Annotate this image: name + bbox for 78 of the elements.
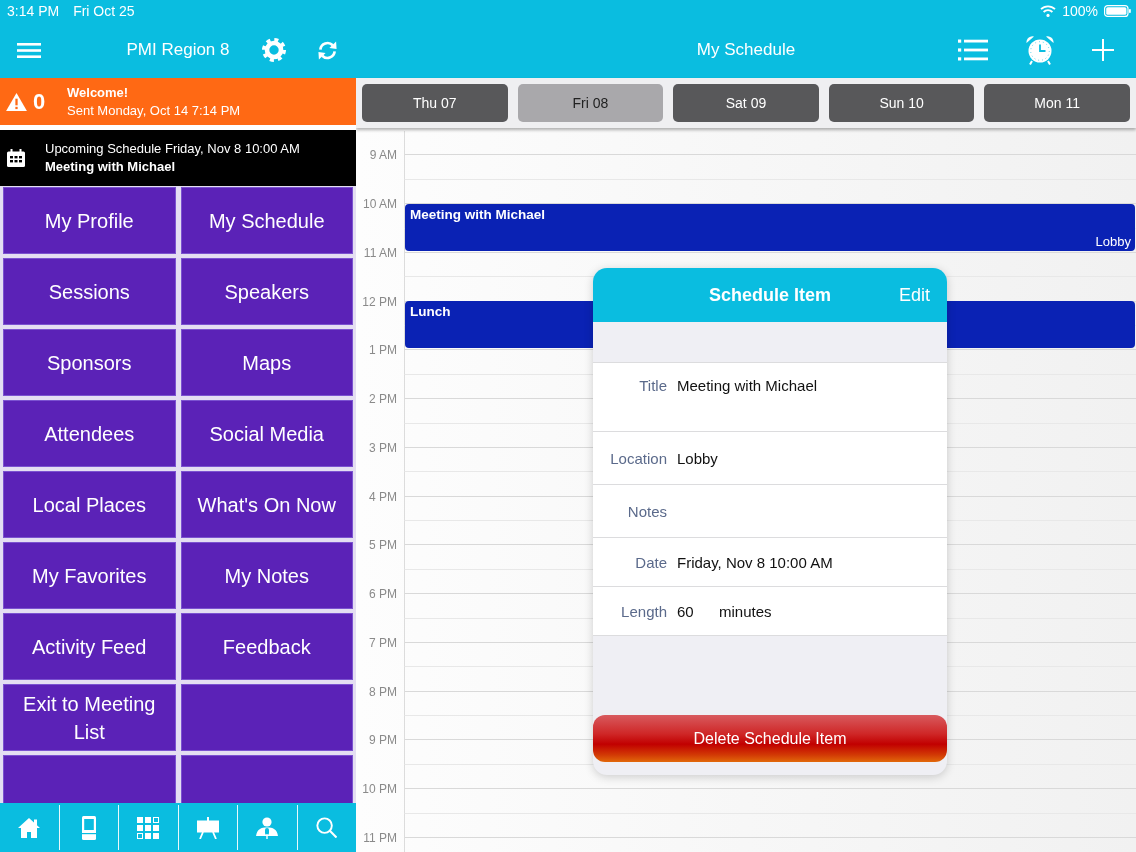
grid-icon[interactable] bbox=[137, 816, 160, 839]
field-label: Location bbox=[609, 449, 667, 467]
menu-tile[interactable]: Sessions bbox=[3, 258, 176, 325]
hour-label: 10 PM bbox=[361, 782, 398, 797]
hour-label: 2 PM bbox=[368, 392, 398, 407]
calendar-event[interactable]: Meeting with Michael Lobby bbox=[405, 203, 1135, 251]
delete-button[interactable]: Delete Schedule Item bbox=[593, 715, 947, 762]
warning-icon bbox=[6, 92, 27, 111]
menu-tile[interactable]: Activity Feed bbox=[3, 613, 176, 680]
menu-tile[interactable]: My Profile bbox=[3, 187, 176, 254]
day-tab[interactable]: Thu 07 bbox=[362, 84, 508, 122]
menu-tile[interactable]: Sponsors bbox=[3, 329, 176, 396]
person-icon[interactable] bbox=[256, 816, 279, 839]
menu-tile[interactable]: Exit to Meeting List bbox=[3, 684, 176, 751]
status-time: 3:14 PM bbox=[7, 3, 60, 19]
alert-count: 0 bbox=[33, 88, 46, 115]
day-tab[interactable]: Sun 10 bbox=[828, 84, 975, 122]
hour-label: 5 PM bbox=[368, 538, 398, 553]
field-value: Friday, Nov 8 10:00 AM bbox=[677, 553, 833, 571]
menu-tile[interactable]: Attendees bbox=[3, 400, 176, 467]
upcoming-heading: Upcoming Schedule Friday, Nov 8 10:00 AM bbox=[45, 140, 300, 158]
search-icon[interactable] bbox=[316, 817, 338, 838]
settings-icon[interactable] bbox=[262, 38, 286, 62]
menu-tile[interactable]: My Schedule bbox=[180, 187, 353, 254]
easel-icon[interactable] bbox=[196, 816, 219, 839]
upcoming-title: Meeting with Michael bbox=[45, 158, 176, 176]
alert-time: Sent Monday, Oct 14 7:14 PM bbox=[67, 101, 241, 120]
device-icon[interactable] bbox=[81, 815, 96, 840]
day-tab[interactable]: Mon 11 bbox=[984, 84, 1130, 122]
event-title: Meeting with Michael bbox=[410, 206, 546, 222]
battery-percent: 100% bbox=[1062, 3, 1098, 19]
app-title: PMI Region 8 bbox=[126, 40, 230, 60]
field-value: 60 bbox=[677, 602, 695, 620]
field-label: Length bbox=[620, 602, 667, 620]
hour-label: 9 PM bbox=[368, 733, 398, 748]
day-tab[interactable]: Sat 09 bbox=[673, 84, 819, 122]
list-icon[interactable] bbox=[958, 39, 988, 61]
hour-label: 7 PM bbox=[368, 635, 398, 650]
upcoming-banner[interactable]: Upcoming Schedule Friday, Nov 8 10:00 AM Meeting with Michael bbox=[0, 130, 356, 186]
hour-label: 3 PM bbox=[368, 440, 398, 455]
home-icon[interactable] bbox=[18, 817, 41, 838]
menu-icon[interactable] bbox=[17, 42, 41, 58]
hour-label: 11 PM bbox=[362, 830, 398, 845]
wifi-icon bbox=[1040, 5, 1057, 17]
battery-icon bbox=[1104, 5, 1131, 17]
menu-tile[interactable]: What's On Now bbox=[180, 471, 353, 538]
menu-tile[interactable]: Social Media bbox=[180, 400, 353, 467]
hour-label: 9 AM bbox=[368, 148, 398, 163]
day-tab[interactable]: Fri 08 bbox=[517, 84, 664, 122]
menu-tile[interactable]: My Favorites bbox=[3, 542, 176, 609]
calendar-icon bbox=[7, 149, 25, 167]
hour-label: 4 PM bbox=[368, 489, 398, 504]
menu-tile[interactable]: Maps bbox=[180, 329, 353, 396]
page-title: My Schedule bbox=[696, 40, 796, 60]
alert-title: Welcome! bbox=[67, 83, 130, 102]
field-value: Lobby bbox=[677, 449, 718, 467]
hour-label: 1 PM bbox=[368, 343, 398, 358]
field-label: Date bbox=[634, 553, 667, 571]
add-icon[interactable] bbox=[1092, 39, 1114, 61]
field-label: Title bbox=[638, 377, 667, 394]
field-value: Meeting with Michael bbox=[677, 377, 818, 394]
menu-tile[interactable]: Speakers bbox=[180, 258, 353, 325]
event-location: Lobby bbox=[1095, 233, 1131, 249]
menu-tile[interactable]: My Notes bbox=[180, 542, 353, 609]
hour-label: 11 AM bbox=[362, 245, 398, 260]
hour-label: 10 AM bbox=[361, 197, 398, 212]
menu-tile[interactable]: Feedback bbox=[180, 613, 353, 680]
hour-label: 8 PM bbox=[368, 684, 398, 699]
event-title: Lunch bbox=[410, 304, 452, 320]
popover-title: Schedule Item bbox=[708, 284, 831, 306]
alarm-clock-icon[interactable] bbox=[1025, 35, 1055, 65]
hour-label: 12 PM bbox=[361, 294, 398, 309]
menu-tile[interactable]: Local Places bbox=[3, 471, 176, 538]
hour-label: 6 PM bbox=[368, 587, 398, 602]
refresh-icon[interactable] bbox=[317, 39, 338, 61]
field-unit: minutes bbox=[719, 602, 772, 620]
status-date: Fri Oct 25 bbox=[73, 3, 135, 19]
field-label: Notes bbox=[626, 502, 667, 520]
